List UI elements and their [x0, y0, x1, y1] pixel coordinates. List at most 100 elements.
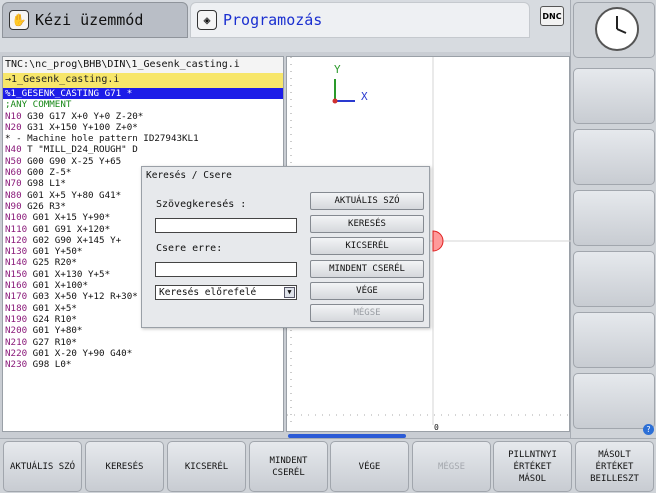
line-number: N80 [5, 189, 22, 201]
hand-icon: ✋ [9, 10, 29, 30]
program-line[interactable]: N10 G30 G17 X+0 Y+0 Z-20* [3, 111, 283, 122]
line-code: G01 G91 X+120* [27, 223, 111, 235]
chevron-down-icon[interactable]: ▼ [284, 287, 295, 298]
dialog-end-button[interactable]: VÉGE [310, 282, 424, 300]
program-line[interactable]: * - Machine hole pattern ID27943KL1 [3, 133, 283, 144]
clock-icon [595, 7, 639, 51]
program-line[interactable]: ;ANY COMMENT [3, 99, 283, 110]
softkey-search[interactable]: KERESÉS [85, 441, 164, 492]
line-number: N90 [5, 200, 22, 212]
program-line[interactable]: N220 G01 X-20 Y+90 G40* [3, 348, 283, 359]
softkey-replace-all[interactable]: MINDENT CSERÉL [249, 441, 328, 492]
line-code: G01 Y+50* [27, 246, 83, 258]
line-code: G01 X+5 Y+80 G41* [21, 189, 122, 201]
line-number: N140 [5, 257, 28, 269]
line-code: G26 R3* [21, 200, 66, 212]
line-code: G01 Y+80* [27, 325, 83, 337]
line-number: N130 [5, 246, 28, 258]
tool-marker-icon [432, 230, 444, 252]
right-softkey-column [570, 0, 656, 438]
program-path: TNC:\nc_prog\BHB\DIN\1_Gesenk_casting.i [3, 57, 283, 73]
line-code: * [121, 88, 133, 99]
line-code: G00 Z-5* [21, 167, 72, 179]
line-code: G01 X+100* [27, 280, 88, 292]
program-line[interactable]: N20 G31 X+150 Y+100 Z+0* [3, 122, 283, 133]
line-number: N10 [5, 110, 22, 122]
line-code: G30 G17 X+0 Y+0 Z-20* [21, 110, 144, 122]
line-code: G24 R10* [27, 313, 77, 325]
dialog-replace-all-button[interactable]: MINDENT CSERÉL [310, 260, 424, 278]
softkey-copy-actual-value[interactable]: PILLNTNYI ÉRTÉKET MÁSOL [493, 441, 572, 492]
line-code: G01 X+15 Y+90* [27, 212, 111, 224]
search-label: Szövegkeresés : [156, 199, 247, 210]
line-number: N170 [5, 291, 28, 303]
dialog-replace-button[interactable]: KICSERÉL [310, 237, 424, 255]
dialog-current-word-button[interactable]: AKTUÁLIS SZÓ [310, 192, 424, 210]
softkey-replace[interactable]: KICSERÉL [167, 441, 246, 492]
line-code: G02 G90 X+145 Y+ [27, 234, 122, 246]
program-line[interactable]: N40 T "MILL_D24_ROUGH" D [3, 144, 283, 155]
line-code: G01 X-20 Y+90 G40* [27, 347, 133, 359]
program-line[interactable]: N230 G98 L0* [3, 359, 283, 370]
softkey-end[interactable]: VÉGE [330, 441, 409, 492]
line-code: G03 X+50 Y+12 R+30* [27, 291, 138, 303]
vertical-softkey-4[interactable] [573, 251, 655, 307]
vertical-softkey-1[interactable] [573, 68, 655, 124]
line-number: N120 [5, 234, 28, 246]
replace-input[interactable] [155, 262, 297, 277]
line-number: N50 [5, 155, 22, 167]
line-code: G01 X+130 Y+5* [27, 268, 111, 280]
vertical-softkey-2[interactable] [573, 129, 655, 185]
line-number: N100 [5, 212, 28, 224]
line-number: N180 [5, 302, 28, 314]
line-code: G27 R10* [27, 336, 77, 348]
softkey-current-word[interactable]: AKTUÁLIS SZÓ [3, 441, 82, 492]
axis-x-label: X [361, 90, 368, 103]
line-number: N220 [5, 347, 28, 359]
line-code: G98 L1* [21, 178, 66, 190]
line-number: N160 [5, 280, 28, 292]
line-code: G98 L0* [27, 359, 72, 371]
program-diamond-icon: ◈ [197, 10, 217, 30]
tab-manual-label: Kézi üzemmód [35, 11, 144, 29]
program-line[interactable]: %1_GESENK_CASTING G71 * [3, 88, 283, 100]
line-number: N20 [5, 121, 22, 133]
line-number: N110 [5, 223, 28, 235]
mode-bar: ✋ Kézi üzemmód ◈ Programozás [0, 0, 570, 52]
line-number: N70 [5, 178, 22, 190]
line-code: G01 X+5* [27, 302, 77, 314]
line-number: %1_GESENK_CASTING G71 [5, 88, 122, 99]
line-code: T "MILL_D24_ROUGH" D [21, 144, 138, 156]
line-code: G25 R20* [27, 257, 77, 269]
softkey-paste-copied-value[interactable]: MÁSOLT ÉRTÉKET BEILLESZT [575, 441, 654, 492]
softkey-cancel: MÉGSE [412, 441, 491, 492]
program-line[interactable]: N210 G27 R10* [3, 337, 283, 348]
axis-y-label: Y [334, 63, 341, 76]
dialog-cancel-button: MÉGSE [310, 304, 424, 322]
clock-area [573, 2, 655, 58]
origin-icon [332, 98, 338, 104]
line-code: ;ANY COMMENT [5, 99, 72, 111]
program-filename: →1_Gesenk_casting.i [3, 73, 283, 88]
line-code: G00 G90 X-25 Y+65 [21, 155, 122, 167]
line-number: N40 [5, 144, 22, 156]
search-direction-select[interactable]: Keresés előrefelé ▼ [155, 285, 297, 300]
line-number: N200 [5, 325, 28, 337]
vertical-softkey-6[interactable] [573, 373, 655, 429]
vertical-softkey-3[interactable] [573, 190, 655, 246]
vertical-softkey-5[interactable] [573, 312, 655, 368]
bottom-softkey-bar: AKTUÁLIS SZÓ KERESÉS KICSERÉL MINDENT CS… [0, 438, 656, 493]
tab-programming-mode[interactable]: ◈ Programozás [190, 2, 530, 38]
line-number: N190 [5, 313, 28, 325]
dnc-icon[interactable]: DNC [540, 6, 564, 26]
search-input[interactable] [155, 218, 297, 233]
search-replace-dialog: Keresés / Csere Szövegkeresés : Csere er… [141, 166, 430, 328]
line-code: G31 X+150 Y+100 Z+0* [21, 121, 138, 133]
tab-manual-mode[interactable]: ✋ Kézi üzemmód [2, 2, 188, 38]
tab-program-label: Programozás [223, 11, 323, 29]
help-icon[interactable]: ? [643, 424, 654, 435]
line-number: N230 [5, 359, 28, 371]
line-number: N210 [5, 336, 28, 348]
replace-label: Csere erre: [156, 243, 223, 254]
dialog-search-button[interactable]: KERESÉS [310, 215, 424, 233]
